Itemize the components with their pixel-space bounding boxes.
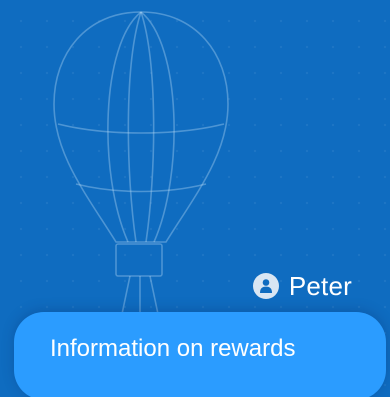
user-name: Peter <box>288 271 352 301</box>
hot-air-balloon-icon <box>53 11 229 315</box>
rewards-screen: Peter Information on rewards <box>0 0 390 397</box>
user-info: Peter <box>252 271 352 301</box>
information-on-rewards-button[interactable]: Information on rewards <box>14 312 386 397</box>
person-icon <box>252 273 279 299</box>
